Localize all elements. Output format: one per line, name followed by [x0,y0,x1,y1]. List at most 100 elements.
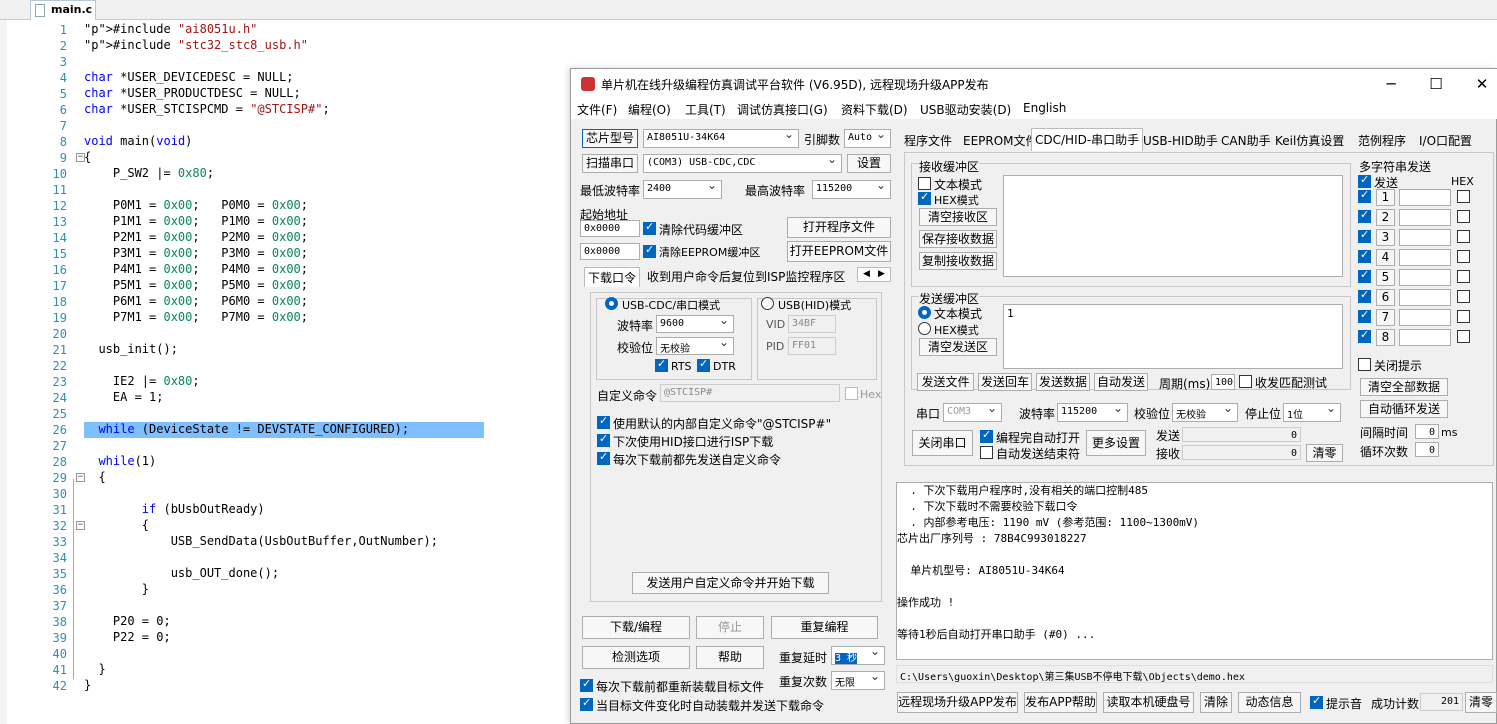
tab-eeprom-file[interactable]: EEPROM文件 [960,131,1041,151]
baud-select-right[interactable]: 115200 [1057,403,1128,422]
multi-hex-checkbox[interactable] [1457,290,1470,303]
multi-send-input[interactable] [1399,229,1451,246]
tab-scroll-arrows[interactable]: ◀ ▶ [857,267,891,282]
tab-examples[interactable]: 范例程序 [1355,131,1409,151]
clear-eeprom-checkbox[interactable] [643,243,656,258]
multi-send-input[interactable] [1399,329,1451,346]
menu-tools[interactable]: 工具(T) [685,101,726,118]
port-settings-button[interactable]: 设置 [847,154,891,173]
code-area[interactable]: "p">#include "ai8051u.h" "p">#include "st… [84,20,570,724]
dtr-checkbox[interactable] [697,357,710,372]
tab-reset-to-isp[interactable]: 收到用户命令后复位到ISP监控程序区 [644,267,848,287]
multi-hex-checkbox[interactable] [1457,190,1470,203]
auto-send-button[interactable]: 自动发送 [1094,373,1148,391]
save-receive-button[interactable]: 保存接收数据 [919,230,997,248]
scan-port-button[interactable]: 扫描串口 [582,154,638,173]
multi-send-button[interactable]: 1 [1376,189,1395,206]
recv-match-checkbox[interactable] [1239,375,1252,388]
cdc-mode-radio[interactable] [605,297,618,310]
multi-send-checkbox[interactable] [1358,328,1371,343]
multi-send-checkbox[interactable] [1358,308,1371,323]
multi-send-input[interactable] [1399,269,1451,286]
multi-send-button[interactable]: 3 [1376,229,1395,246]
port-select-right[interactable]: COM3 [943,403,1002,422]
auto-open-checkbox[interactable] [980,428,993,443]
menu-download[interactable]: 资料下载(D) [841,101,908,118]
clear-code-checkbox[interactable] [643,220,656,235]
arrow-right-icon[interactable]: ▶ [878,269,885,279]
interval-input[interactable]: 0 [1415,424,1439,439]
multi-hex-checkbox[interactable] [1457,310,1470,323]
repeat-count-select[interactable]: 无限 [831,671,885,690]
multi-send-button[interactable]: 8 [1376,329,1395,346]
send-textarea[interactable]: 1 [1003,304,1343,369]
publish-help-button[interactable]: 发布APP帮助 [1024,692,1097,713]
multi-send-input[interactable] [1399,189,1451,206]
send-data-button[interactable]: 发送数据 [1036,373,1090,391]
multi-hex-checkbox[interactable] [1457,270,1470,283]
multi-send-input[interactable] [1399,289,1451,306]
clear-counts-button[interactable]: 清零 [1306,444,1343,462]
pins-select[interactable]: Auto [844,129,891,148]
more-settings-button[interactable]: 更多设置 [1086,430,1146,456]
chip-model-button[interactable]: 芯片型号 [582,129,638,148]
recv-text-mode-checkbox[interactable] [918,177,931,190]
tab-program-file[interactable]: 程序文件 [901,131,955,151]
port-select[interactable]: (COM3) USB-CDC,CDC [643,154,842,173]
clear-send-button[interactable]: 清空发送区 [919,338,997,356]
receive-textarea[interactable] [1003,175,1343,277]
vid-input[interactable]: 34BF [788,315,836,333]
open-program-file-button[interactable]: 打开程序文件 [787,217,891,238]
tab-cdc-hid-serial[interactable]: CDC/HID-串口助手 [1031,128,1144,151]
stop-bits-select[interactable]: 1位 [1283,403,1341,422]
menu-program[interactable]: 编程(O) [628,101,671,118]
minimize-button[interactable]: ─ [1376,73,1406,95]
menu-english[interactable]: English [1023,101,1066,115]
default-cmd-checkbox[interactable] [597,414,610,429]
open-eeprom-file-button[interactable]: 打开EEPROM文件 [787,241,891,262]
help-button[interactable]: 帮助 [696,646,764,669]
multi-send-checkbox[interactable] [1358,268,1371,283]
send-custom-cmd-button[interactable]: 发送用户自定义命令并开始下载 [632,572,829,594]
period-input[interactable]: 100 [1211,374,1235,390]
send-enter-button[interactable]: 发送回车 [978,373,1032,391]
multi-send-button[interactable]: 2 [1376,209,1395,226]
send-hex-mode-radio[interactable] [918,322,931,335]
multi-hex-checkbox[interactable] [1457,250,1470,263]
reset-baud-select[interactable]: 9600 [656,315,734,333]
auto-loop-send-button[interactable]: 自动循环发送 [1360,400,1448,418]
reload-each-checkbox[interactable] [580,677,593,692]
clear-receive-button[interactable]: 清空接收区 [919,208,997,226]
multi-send-checkbox[interactable] [1358,288,1371,303]
clear-all-data-button[interactable]: 清空全部数据 [1360,378,1448,396]
tab-can[interactable]: CAN助手 [1218,131,1274,151]
multi-send-checkbox[interactable] [1358,188,1371,203]
min-baud-select[interactable]: 2400 [643,180,722,199]
reset-parity-select[interactable]: 无校验 [656,337,734,355]
chip-model-select[interactable]: AI8051U-34K64 [643,129,799,148]
rts-checkbox[interactable] [655,357,668,372]
maximize-button[interactable]: ☐ [1421,73,1451,95]
send-cmd-first-checkbox[interactable] [597,450,610,465]
auto-end-checkbox[interactable] [980,446,993,459]
tab-usb-hid[interactable]: USB-HID助手 [1140,131,1221,151]
tab-download-password[interactable]: 下载口令 [584,267,641,287]
multi-send-checkbox[interactable] [1358,248,1371,263]
recv-hex-mode-checkbox[interactable] [918,190,931,205]
multi-send-button[interactable]: 5 [1376,269,1395,286]
repeat-delay-select[interactable]: 3 秒 [831,646,885,665]
repeat-program-button[interactable]: 重复编程 [771,616,878,639]
parity-select-right[interactable]: 无校验 [1172,403,1238,422]
max-baud-select[interactable]: 115200 [812,180,891,199]
multi-hex-checkbox[interactable] [1457,330,1470,343]
multi-send-input[interactable] [1399,309,1451,326]
output-log[interactable]: . 下次下载用户程序时,没有相关的端口控制485 . 下次下载时不需要校验下载口… [896,482,1493,660]
eeprom-start-address-input[interactable]: 0x0000 [580,243,640,260]
copy-receive-button[interactable]: 复制接收数据 [919,252,997,270]
menu-file[interactable]: 文件(F) [577,101,617,118]
check-options-button[interactable]: 检测选项 [582,646,690,669]
send-text-mode-radio[interactable] [918,306,931,319]
publish-app-button[interactable]: 远程现场升级APP发布 [897,692,1018,713]
multi-send-checkbox[interactable] [1358,208,1371,223]
arrow-left-icon[interactable]: ◀ [863,269,870,279]
